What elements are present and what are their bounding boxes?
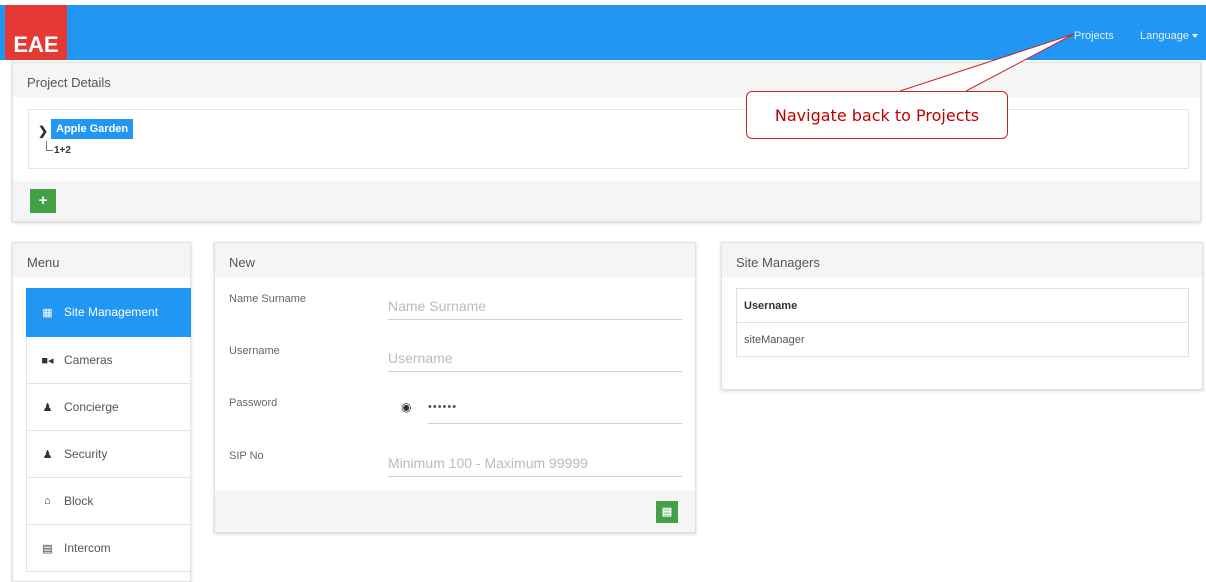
tree-node-1-2[interactable]: 1+2 xyxy=(54,145,71,156)
top-navbar: Projects Language xyxy=(0,5,1206,60)
sip-no-input[interactable] xyxy=(388,450,682,477)
table-row[interactable]: siteManager xyxy=(737,323,1188,356)
menu-item-label: Intercom xyxy=(64,541,111,555)
user-icon: ♟ xyxy=(42,448,53,461)
password-input[interactable]: •••••• xyxy=(428,397,682,424)
save-button[interactable]: ▤ xyxy=(656,501,678,523)
menu-list: ▦ Site Management ■◂ Cameras ♟ Concierge… xyxy=(26,288,191,572)
username-row: Username xyxy=(229,345,684,375)
tree-connector xyxy=(46,141,53,151)
name-surname-label: Name Surname xyxy=(229,293,307,305)
caret-down-icon xyxy=(1191,34,1198,39)
user-icon: ♟ xyxy=(42,401,53,414)
menu-item-block[interactable]: ⌂ Block xyxy=(26,478,191,525)
save-icon: ▤ xyxy=(661,506,673,518)
password-row: Password ◉ •••••• xyxy=(229,397,684,427)
site-managers-panel: Site Managers Username siteManager xyxy=(721,242,1203,390)
nav-language-label: Language xyxy=(1140,30,1189,42)
sip-no-row: SIP No xyxy=(229,450,684,480)
eye-icon[interactable]: ◉ xyxy=(401,400,411,414)
menu-item-label: Security xyxy=(64,447,108,461)
nav-language-dropdown[interactable]: Language xyxy=(1140,30,1198,42)
menu-item-label: Site Management xyxy=(64,305,159,319)
callout-annotation: Navigate back to Projects xyxy=(746,91,1008,139)
add-button[interactable]: + xyxy=(30,189,56,213)
username-input[interactable] xyxy=(388,345,682,372)
menu-item-label: Cameras xyxy=(64,353,113,367)
list-icon: ▦ xyxy=(42,306,53,319)
tree-node-apple-garden[interactable]: Apple Garden xyxy=(51,119,134,139)
username-label: Username xyxy=(229,345,280,357)
menu-item-site-management[interactable]: ▦ Site Management xyxy=(26,288,191,337)
menu-item-label: Block xyxy=(64,494,94,508)
site-managers-table: Username siteManager xyxy=(736,288,1189,357)
new-form-title: New xyxy=(215,243,695,277)
project-tree: ❯ Apple Garden 1+2 xyxy=(28,109,1189,169)
project-details-footer: + xyxy=(13,181,1200,221)
chevron-right-icon[interactable]: ❯ xyxy=(38,124,48,138)
menu-item-intercom[interactable]: ▤ Intercom xyxy=(26,525,191,572)
password-label: Password xyxy=(229,397,278,409)
name-surname-input[interactable] xyxy=(388,293,682,320)
nav-projects-link[interactable]: Projects xyxy=(1074,30,1114,42)
project-details-title: Project Details xyxy=(13,63,1200,97)
intercom-icon: ▤ xyxy=(42,542,53,555)
sip-no-label: SIP No xyxy=(229,450,264,462)
name-surname-row: Name Surname xyxy=(229,293,684,323)
site-managers-title: Site Managers xyxy=(722,243,1202,277)
new-user-panel: New Name Surname Username Password ◉ •••… xyxy=(214,242,696,533)
menu-item-security[interactable]: ♟ Security xyxy=(26,431,191,478)
menu-title: Menu xyxy=(13,243,190,277)
project-details-panel: Project Details ❯ Apple Garden 1+2 + xyxy=(12,62,1201,222)
menu-item-concierge[interactable]: ♟ Concierge xyxy=(26,384,191,431)
new-form-footer: ▤ xyxy=(215,491,695,532)
table-header-username: Username xyxy=(737,289,1188,323)
menu-item-cameras[interactable]: ■◂ Cameras xyxy=(26,337,191,384)
menu-item-label: Concierge xyxy=(64,400,119,414)
home-icon: ⌂ xyxy=(44,495,51,507)
eae-logo[interactable]: EAE xyxy=(5,5,67,60)
video-camera-icon: ■◂ xyxy=(41,354,54,367)
menu-panel: Menu ▦ Site Management ■◂ Cameras ♟ Conc… xyxy=(12,242,191,582)
